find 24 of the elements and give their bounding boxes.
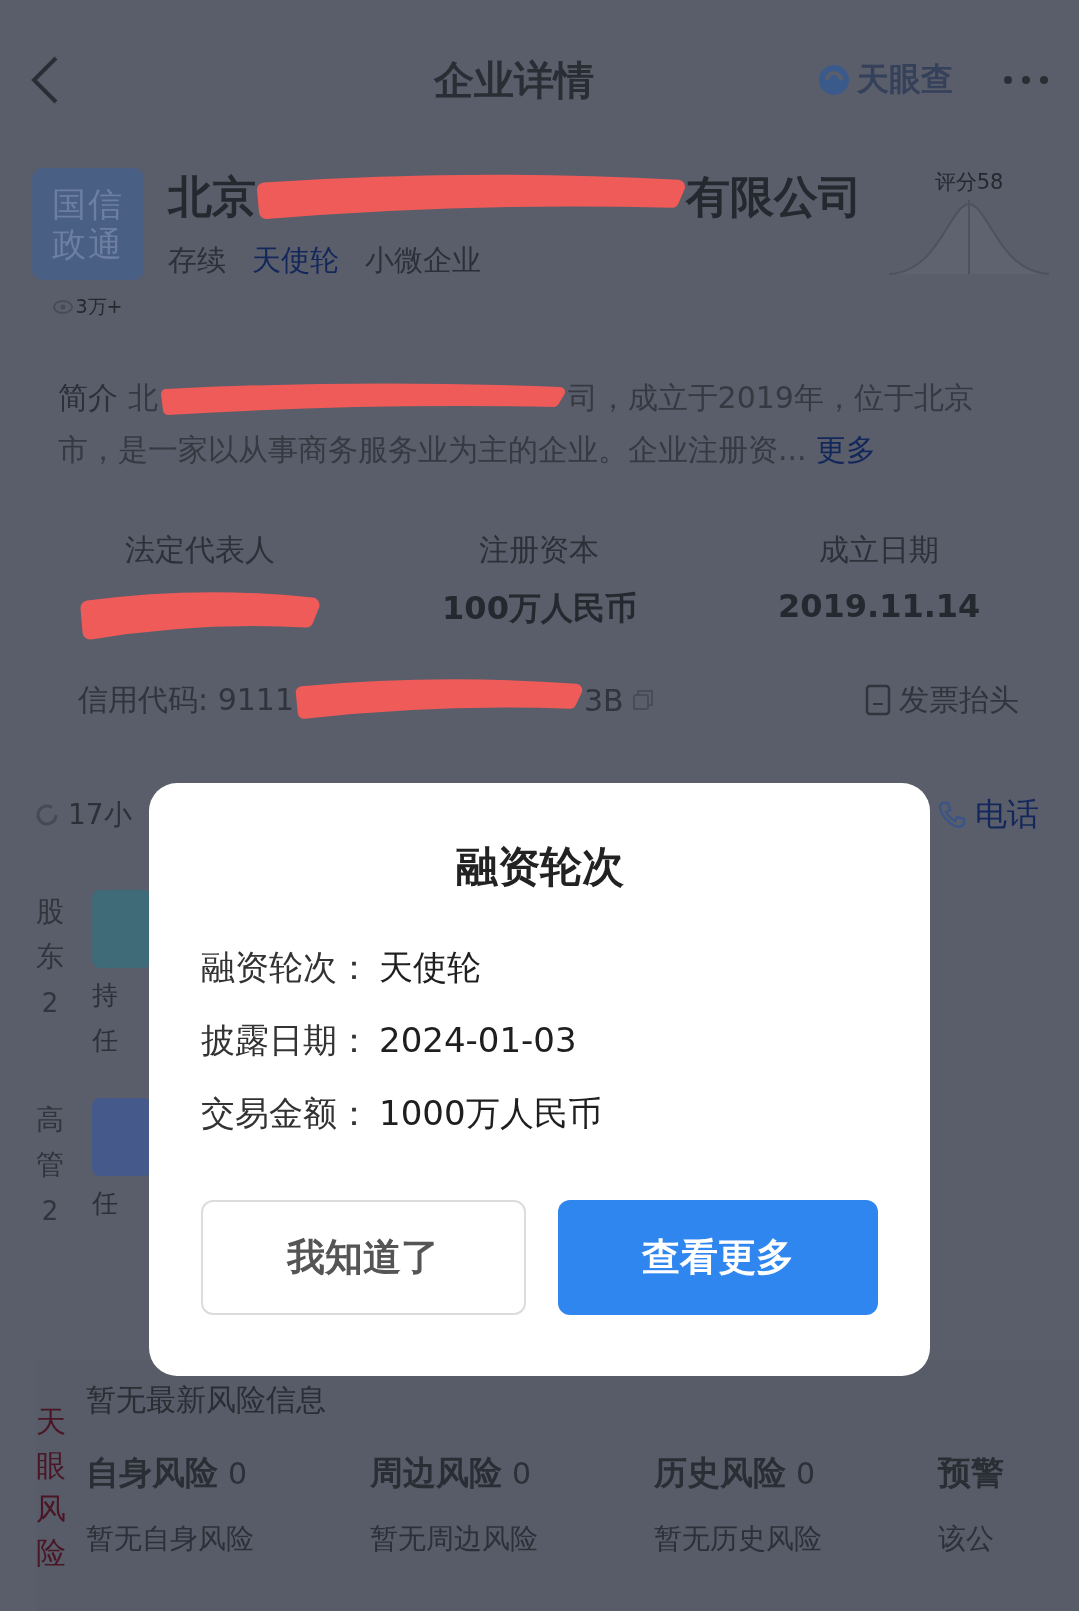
more-icon[interactable] xyxy=(1003,75,1049,85)
fact-value: 2019.11.14 xyxy=(777,587,981,625)
score-label: 评分58 xyxy=(934,169,1004,196)
more-link[interactable]: 更多 xyxy=(816,432,877,467)
field-label: 融资轮次： xyxy=(201,946,371,989)
fact-value: 100万人民币 xyxy=(442,588,637,629)
field-label: 交易金额： xyxy=(201,1092,371,1135)
view-count: 3万+ xyxy=(75,294,123,319)
field-value: 1000万人民币 xyxy=(379,1092,602,1135)
phone-icon xyxy=(937,800,967,830)
dismiss-button[interactable]: 我知道了 xyxy=(201,1200,526,1315)
dialog-title: 融资轮次 xyxy=(454,841,625,893)
phone-link[interactable]: 电话 xyxy=(975,793,1039,837)
risk-label: 天眼风险 xyxy=(36,1403,66,1572)
company-name: 有限公司 xyxy=(686,170,862,224)
back-icon[interactable] xyxy=(30,55,60,105)
invoice-icon xyxy=(865,684,891,716)
logo-icon xyxy=(817,63,851,97)
field-value: 2024-01-03 xyxy=(379,1019,577,1062)
company-tag[interactable]: 天使轮 xyxy=(252,241,339,281)
view-more-button[interactable]: 查看更多 xyxy=(557,1200,878,1315)
field-label: 披露日期： xyxy=(201,1019,371,1062)
field-value: 天使轮 xyxy=(379,946,481,989)
company-name: 北京 xyxy=(168,170,256,224)
